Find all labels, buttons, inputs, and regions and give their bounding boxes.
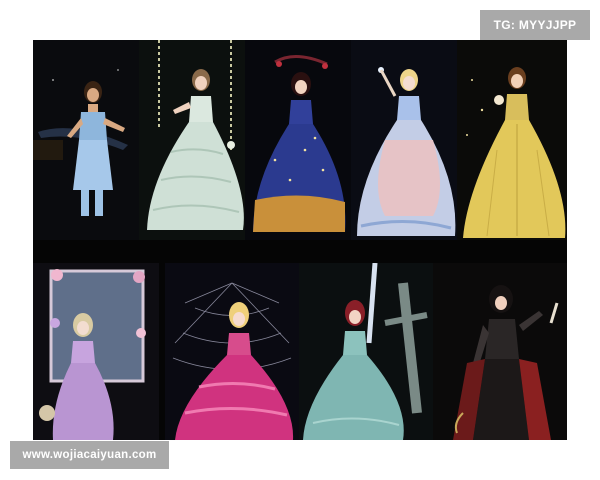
character-lavender-dress	[33, 263, 159, 440]
character-magenta-gown	[165, 263, 299, 440]
tile-mint-ruffled-ballgown	[139, 40, 245, 240]
tile-black-red-armored-outfit	[433, 263, 567, 440]
character-blue-bodice	[33, 40, 139, 240]
character-golden-gown	[457, 40, 567, 240]
tile-blue-bodice-outfit	[33, 40, 139, 240]
collage-row-bottom	[33, 263, 567, 440]
tile-teal-gown-with-sword	[299, 263, 433, 440]
tile-pink-blue-layered-ballgown	[351, 40, 457, 240]
tile-navy-starry-ballgown	[245, 40, 351, 240]
watermark-telegram: TG: MYYJJPP	[480, 10, 590, 40]
character-navy-ballgown	[245, 40, 351, 240]
character-teal-gown	[299, 263, 433, 440]
tile-magenta-ruffled-gown-web	[165, 263, 299, 440]
outfit-collage	[33, 40, 567, 440]
character-mint-ballgown	[139, 40, 245, 240]
watermark-website: www.wojiacaiyuan.com	[10, 441, 169, 469]
collage-row-top	[33, 40, 567, 240]
tile-lavender-dress-floral-frame	[33, 263, 159, 440]
tile-golden-yellow-gown	[457, 40, 567, 240]
character-pink-blue-ballgown	[351, 40, 457, 240]
character-armored-outfit	[433, 263, 567, 440]
